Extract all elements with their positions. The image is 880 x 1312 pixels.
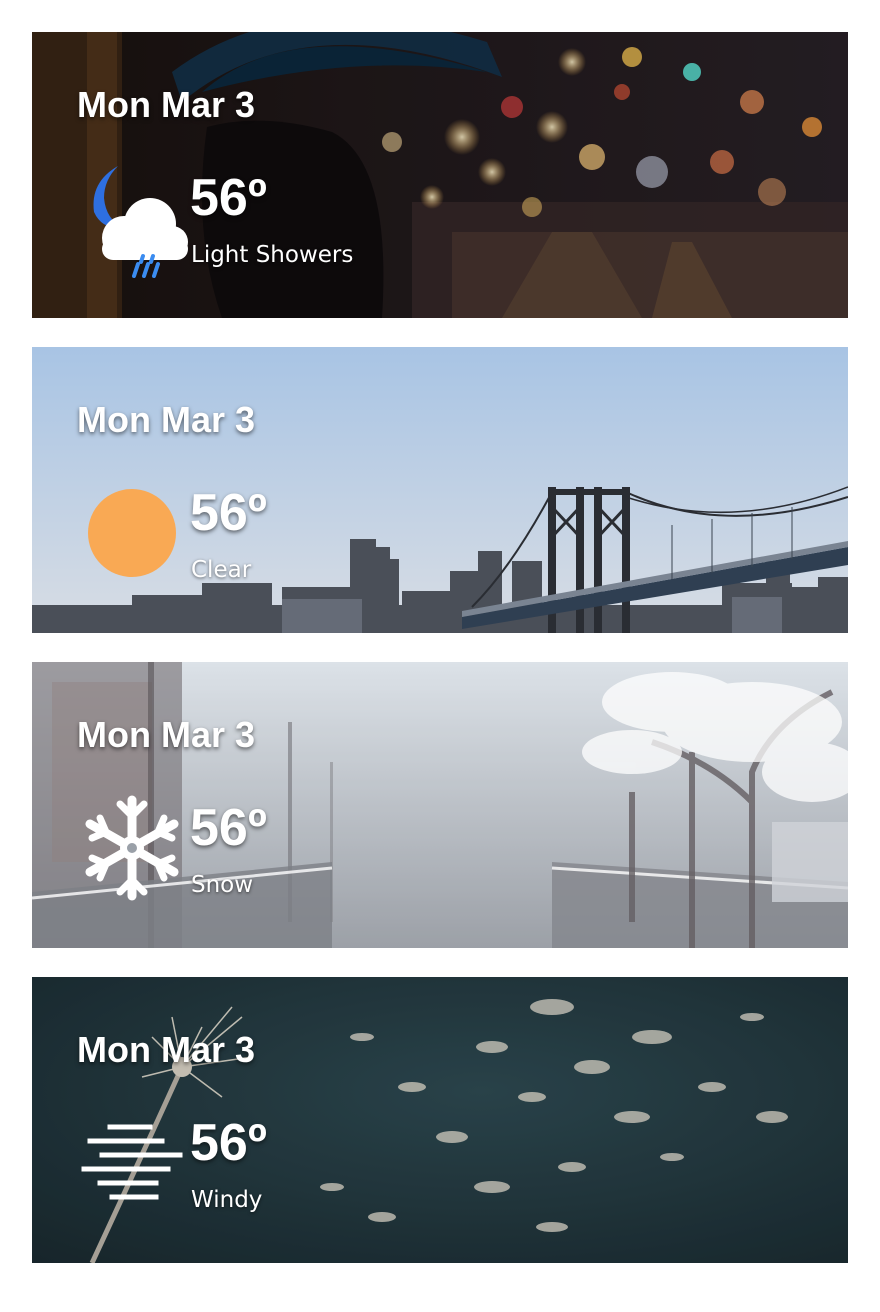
card-condition: Light Showers (191, 242, 354, 268)
card-condition: Snow (191, 872, 254, 898)
forecast-card-light-showers[interactable]: Mon Mar 3 56º Light Showers (32, 32, 848, 318)
forecast-card-snow[interactable]: Mon Mar 3 56º Snow (32, 662, 848, 948)
sun-icon (88, 489, 176, 577)
card-condition: Windy (191, 1187, 263, 1213)
card-date: Mon Mar 3 (77, 399, 256, 440)
card-date: Mon Mar 3 (77, 84, 256, 125)
forecast-card-windy[interactable]: Mon Mar 3 56º Windy (32, 977, 848, 1263)
wind-lines-icon (81, 1124, 183, 1200)
card-temperature: 56º (190, 169, 267, 227)
card-temperature: 56º (190, 484, 267, 542)
card-date: Mon Mar 3 (77, 1029, 256, 1070)
snowflake-icon (85, 795, 179, 901)
forecast-card-clear[interactable]: Mon Mar 3 56º Clear (32, 347, 848, 633)
moon-cloud-showers-icon (93, 166, 188, 278)
card-condition: Clear (191, 557, 252, 583)
forecast-list: Mon Mar 3 56º Light Showers Mon Mar 3 56… (0, 0, 880, 1312)
card-date: Mon Mar 3 (77, 714, 256, 755)
card-temperature: 56º (190, 799, 267, 857)
card-temperature: 56º (190, 1114, 267, 1172)
